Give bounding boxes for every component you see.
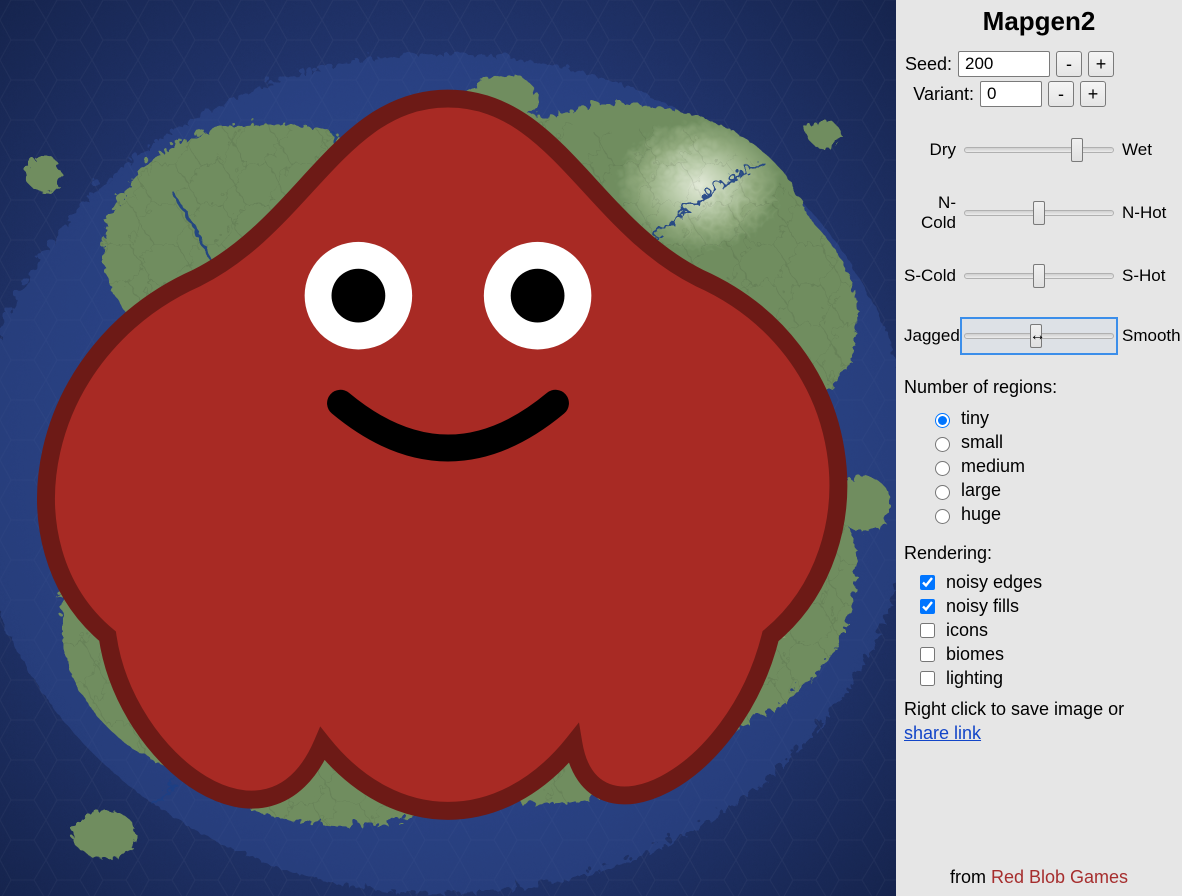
slider-label-right: Smooth	[1116, 326, 1174, 346]
region-option-large[interactable]: large	[930, 480, 1174, 501]
region-radio-huge[interactable]	[935, 509, 950, 524]
rendering-label: biomes	[946, 644, 1004, 665]
rendering-label: noisy edges	[946, 572, 1042, 593]
region-radio-small[interactable]	[935, 437, 950, 452]
slider-label-right: N-Hot	[1116, 203, 1174, 223]
region-label: medium	[961, 456, 1025, 477]
rendering-label: icons	[946, 620, 988, 641]
region-label: huge	[961, 504, 1001, 525]
rendering-option-noisy-fills[interactable]: noisy fills	[916, 596, 1174, 617]
rendering-checkbox-noisy-fills[interactable]	[920, 599, 935, 614]
slider-track	[962, 196, 1116, 230]
region-label: large	[961, 480, 1001, 501]
rendering-heading: Rendering:	[904, 543, 1174, 564]
slider-dry-wet[interactable]	[964, 147, 1114, 153]
footer-attribution: from Red Blob Games	[904, 861, 1174, 896]
region-radio-tiny[interactable]	[935, 413, 950, 428]
map-canvas[interactable]	[0, 0, 896, 896]
slider-label-right: S-Hot	[1116, 266, 1174, 286]
side-panel: Mapgen2 Seed: - + Variant: - + Dry Wet N-C…	[896, 0, 1182, 896]
slider-track: ↔	[962, 319, 1116, 353]
slider-track	[962, 133, 1116, 167]
slider-track	[962, 259, 1116, 293]
region-option-tiny[interactable]: tiny	[930, 408, 1174, 429]
rendering-option-biomes[interactable]: biomes	[916, 644, 1174, 665]
slider-label-left: S-Cold	[904, 266, 962, 286]
slider-ncold-nhot[interactable]	[964, 210, 1114, 216]
region-radio-medium[interactable]	[935, 461, 950, 476]
rendering-option-noisy-edges[interactable]: noisy edges	[916, 572, 1174, 593]
seed-label: Seed:	[904, 54, 952, 75]
seed-increment-button[interactable]: +	[1088, 51, 1114, 77]
slider-label-right: Wet	[1116, 140, 1174, 160]
rendering-checkbox-icons[interactable]	[920, 623, 935, 638]
region-label: tiny	[961, 408, 989, 429]
rendering-checkbox-noisy-edges[interactable]	[920, 575, 935, 590]
region-label: small	[961, 432, 1003, 453]
region-radio-large[interactable]	[935, 485, 950, 500]
slider-label-left: Dry	[904, 140, 962, 160]
share-link[interactable]: share link	[904, 723, 981, 743]
region-option-huge[interactable]: huge	[930, 504, 1174, 525]
slider-scold-shot[interactable]	[964, 273, 1114, 279]
variant-input[interactable]	[980, 81, 1042, 107]
variant-decrement-button[interactable]: -	[1048, 81, 1074, 107]
slider-label-left: N-Cold	[904, 193, 962, 233]
rendering-checkbox-lighting[interactable]	[920, 671, 935, 686]
rendering-option-icons[interactable]: icons	[916, 620, 1174, 641]
rendering-option-lighting[interactable]: lighting	[916, 668, 1174, 689]
regions-heading: Number of regions:	[904, 377, 1174, 398]
save-hint: Right click to save image or share link	[904, 697, 1174, 746]
region-option-small[interactable]: small	[930, 432, 1174, 453]
slider-jagged-smooth[interactable]	[964, 333, 1114, 339]
slider-label-left: Jagged	[904, 326, 962, 346]
brand-link[interactable]: Red Blob Games	[991, 867, 1128, 887]
region-option-medium[interactable]: medium	[930, 456, 1174, 477]
rendering-label: lighting	[946, 668, 1003, 689]
seed-input[interactable]	[958, 51, 1050, 77]
seed-decrement-button[interactable]: -	[1056, 51, 1082, 77]
variant-label: Variant:	[904, 84, 974, 105]
variant-increment-button[interactable]: +	[1080, 81, 1106, 107]
rendering-label: noisy fills	[946, 596, 1019, 617]
rendering-checkbox-biomes[interactable]	[920, 647, 935, 662]
app-title: Mapgen2	[904, 6, 1174, 37]
mascot-blob	[0, 0, 896, 896]
